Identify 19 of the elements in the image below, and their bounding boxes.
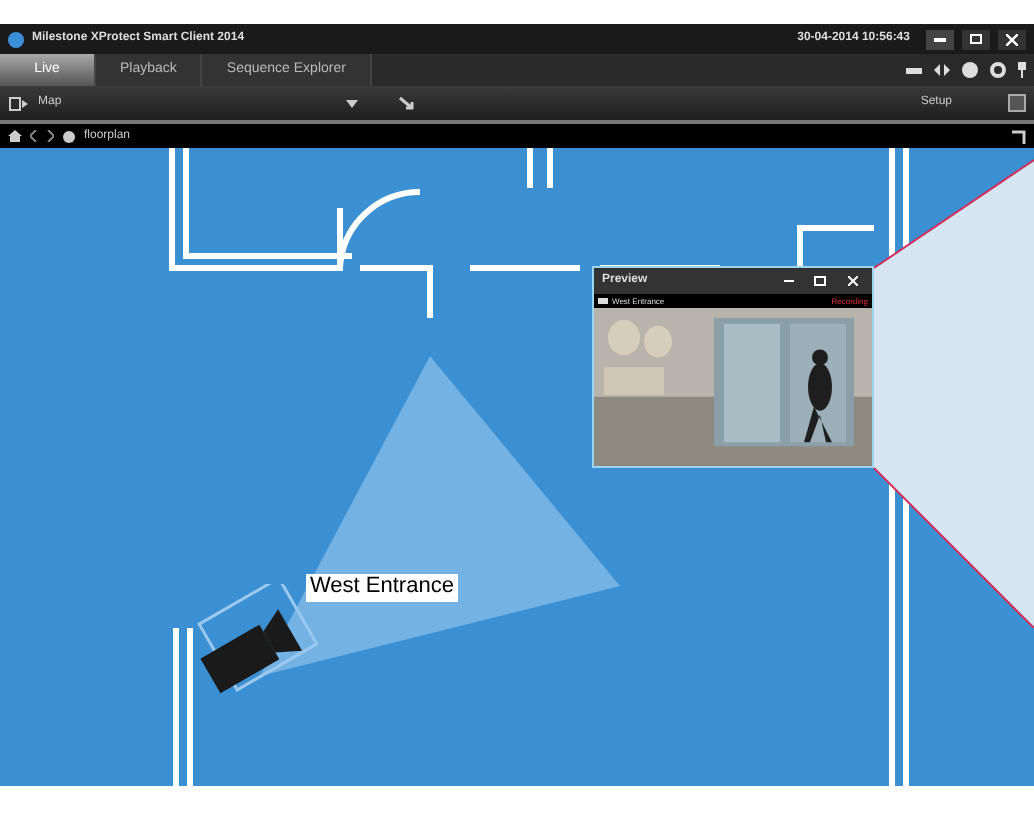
- fullscreen-icon[interactable]: [1008, 94, 1026, 112]
- expand-icon[interactable]: [1012, 129, 1026, 143]
- close-icon[interactable]: [847, 276, 857, 286]
- camera-label: West Entrance: [306, 574, 458, 602]
- home-icon[interactable]: [8, 130, 22, 142]
- pin-icon[interactable]: [1018, 62, 1026, 78]
- arrows-icon[interactable]: [934, 64, 950, 76]
- panel-toggle-icon[interactable]: [8, 95, 30, 111]
- back-icon[interactable]: [30, 130, 38, 142]
- maximize-button[interactable]: [962, 29, 990, 49]
- dropdown-caret-icon[interactable]: [346, 99, 358, 107]
- close-button[interactable]: [998, 29, 1026, 49]
- close-icon[interactable]: [1006, 33, 1018, 45]
- minimize-button[interactable]: [926, 29, 954, 49]
- camera-small-icon: [598, 298, 608, 304]
- forward-icon[interactable]: [46, 130, 54, 142]
- return-arrow-icon[interactable]: [398, 95, 414, 111]
- app-logo-icon: [8, 31, 24, 47]
- maximize-button[interactable]: [808, 273, 832, 289]
